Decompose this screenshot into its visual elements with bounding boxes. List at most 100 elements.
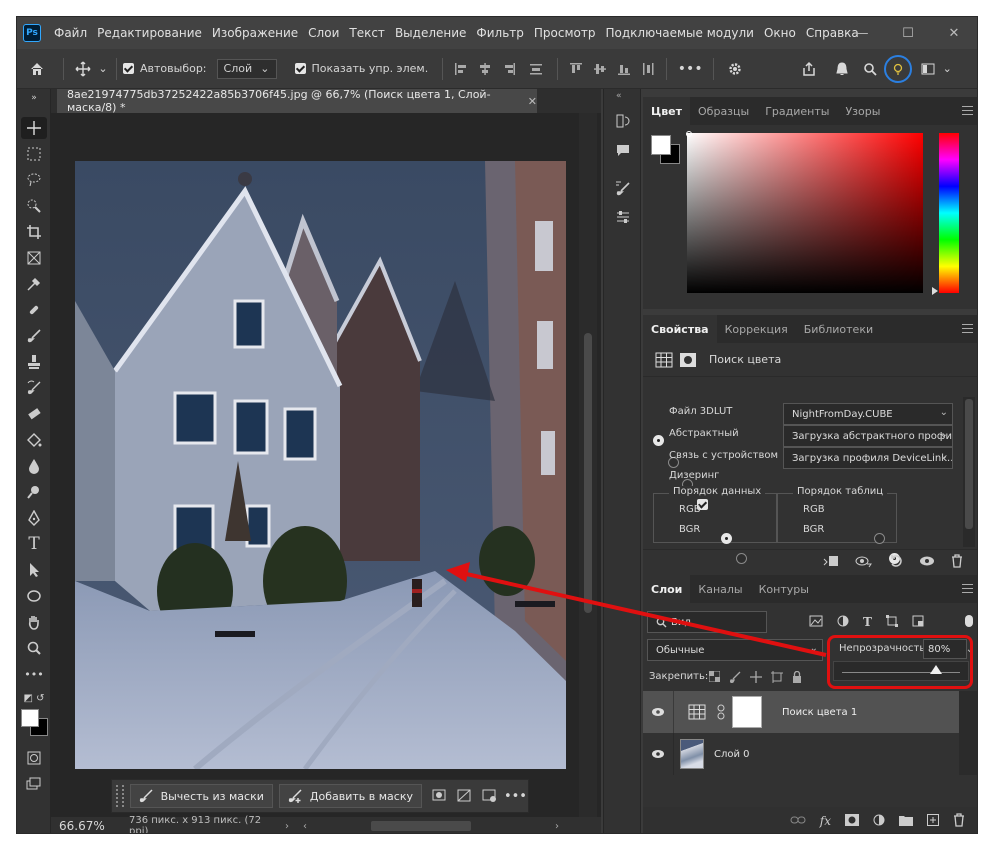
tab-color[interactable]: Цвет [643, 97, 691, 125]
workspace-icon[interactable] [916, 63, 940, 75]
trash-icon[interactable] [953, 812, 965, 830]
tab-properties[interactable]: Свойства [643, 315, 717, 343]
visibility-eye-icon[interactable] [919, 555, 935, 570]
layer-row-color-lookup[interactable]: Поиск цвета 1 [643, 691, 959, 733]
menu-text[interactable]: Текст [344, 26, 390, 40]
search-icon[interactable] [856, 62, 884, 76]
layer-row-layer-0[interactable]: Слой 0 [643, 733, 959, 775]
paint-bucket-tool-icon[interactable] [21, 429, 47, 451]
eyedropper-tool-icon[interactable] [21, 273, 47, 295]
align-top-icon[interactable] [564, 62, 588, 76]
menu-edit[interactable]: Редактирование [92, 26, 207, 40]
share-icon[interactable] [790, 61, 828, 77]
screen-mode-icon[interactable] [21, 773, 47, 795]
layer-mask-thumbnail[interactable] [732, 696, 762, 728]
quick-select-tool-icon[interactable] [21, 195, 47, 217]
path-select-tool-icon[interactable] [21, 559, 47, 581]
panel-menu-icon[interactable] [962, 324, 973, 333]
view-previous-icon[interactable] [855, 554, 873, 571]
menu-plugins[interactable]: Подключаемые модули [600, 26, 759, 40]
new-group-folder-icon[interactable] [899, 814, 913, 829]
link-layers-icon[interactable] [790, 815, 806, 828]
show-controls-checkbox[interactable] [294, 63, 306, 74]
vertical-scrollbar[interactable] [579, 113, 597, 817]
subtract-from-mask-button[interactable]: Вычесть из маски [129, 784, 273, 808]
tab-gradients[interactable]: Градиенты [757, 97, 837, 125]
filter-shape-icon[interactable] [885, 615, 898, 630]
layer-name[interactable]: Поиск цвета 1 [782, 707, 857, 718]
healing-brush-tool-icon[interactable] [21, 299, 47, 321]
shape-tool-icon[interactable] [21, 585, 47, 607]
menu-layers[interactable]: Слои [303, 26, 344, 40]
canvas-image[interactable] [75, 161, 566, 769]
menu-image[interactable]: Изображение [207, 26, 303, 40]
notifications-bell-icon[interactable] [828, 61, 856, 77]
new-layer-icon[interactable] [927, 813, 939, 829]
align-middle-icon[interactable] [588, 62, 612, 76]
tab-layers[interactable]: Слои [643, 575, 691, 603]
table-order-rgb-radio[interactable] [874, 533, 885, 544]
frame-tool-icon[interactable] [21, 247, 47, 269]
fx-icon[interactable]: fx [820, 814, 831, 828]
blur-tool-icon[interactable] [21, 455, 47, 477]
align-right-icon[interactable] [497, 62, 521, 76]
filter-toggle[interactable] [965, 615, 973, 627]
tab-libraries[interactable]: Библиотеки [796, 315, 881, 343]
move-tool-icon[interactable] [21, 117, 47, 139]
drag-handle[interactable] [116, 785, 124, 807]
autoselect-dropdown[interactable]: Слой ⌄ [216, 58, 277, 79]
gear-icon[interactable] [720, 61, 750, 77]
chain-link-icon[interactable] [716, 704, 726, 720]
align-left-icon[interactable] [449, 62, 473, 76]
close-icon[interactable]: ✕ [528, 95, 537, 108]
tab-swatches[interactable]: Образцы [690, 97, 757, 125]
lock-all-icon[interactable] [792, 670, 802, 686]
visibility-eye-icon[interactable] [643, 707, 673, 717]
close-button[interactable]: ✕ [931, 17, 977, 49]
minimize-button[interactable]: — [839, 17, 885, 49]
align-center-icon[interactable] [473, 62, 497, 76]
menu-view[interactable]: Просмотр [529, 26, 601, 40]
history-brush-tool-icon[interactable] [21, 377, 47, 399]
chevron-down-icon[interactable]: ⌄ [96, 62, 110, 75]
collapse-icon[interactable]: « [616, 91, 622, 101]
menu-window[interactable]: Окно [759, 26, 801, 40]
document-tab[interactable]: 8ae21974775db37252422a85b3706f45.jpg @ 6… [57, 88, 537, 114]
collapse-icon[interactable]: » [21, 93, 47, 103]
history-panel-icon[interactable] [610, 109, 636, 133]
chevron-right-icon[interactable]: › [285, 821, 289, 832]
adjustments-panel-icon[interactable] [610, 205, 636, 229]
chevron-down-icon[interactable]: ⌄ [940, 62, 954, 75]
discover-lightbulb-icon[interactable] [884, 54, 913, 83]
brush-settings-icon[interactable] [610, 177, 636, 201]
lut-file-radio[interactable] [653, 435, 664, 446]
filter-adjustment-icon[interactable] [837, 615, 849, 630]
lut-file-select[interactable]: NightFromDay.CUBE ⌄ [783, 403, 953, 425]
panel-menu-icon[interactable] [962, 584, 973, 593]
default-colors-icon[interactable]: ◩ ↺ [21, 687, 47, 709]
hue-slider[interactable] [939, 133, 959, 293]
layer-filter-field[interactable]: Вид [647, 611, 767, 633]
horizontal-scrollbar[interactable] [371, 821, 471, 831]
layer-name[interactable]: Слой 0 [714, 749, 750, 760]
new-adjustment-layer-icon[interactable] [873, 814, 885, 829]
filter-text-icon[interactable]: T [863, 615, 872, 630]
color-picker-marker[interactable] [686, 131, 692, 137]
tab-paths[interactable]: Контуры [751, 575, 817, 603]
panel-menu-icon[interactable] [962, 106, 973, 115]
filter-pixel-icon[interactable] [809, 615, 823, 630]
lock-transparent-icon[interactable] [708, 670, 721, 686]
mask-options-icon[interactable] [428, 789, 453, 803]
invert-mask-icon[interactable] [453, 789, 478, 803]
layers-scrollbar[interactable] [959, 691, 977, 775]
abstract-select[interactable]: Загрузка абстрактного профи... ⌄ [783, 425, 953, 447]
scroll-right-icon[interactable]: › [555, 821, 559, 832]
clip-to-layer-icon[interactable] [823, 554, 839, 571]
menu-filter[interactable]: Фильтр [471, 26, 528, 40]
filter-smart-object-icon[interactable] [912, 615, 924, 630]
foreground-color-swatch[interactable] [651, 135, 671, 155]
home-icon[interactable] [17, 61, 57, 77]
layer-thumbnail[interactable] [680, 739, 704, 769]
visibility-eye-icon[interactable] [643, 749, 673, 759]
distribute-icon[interactable] [521, 62, 551, 76]
